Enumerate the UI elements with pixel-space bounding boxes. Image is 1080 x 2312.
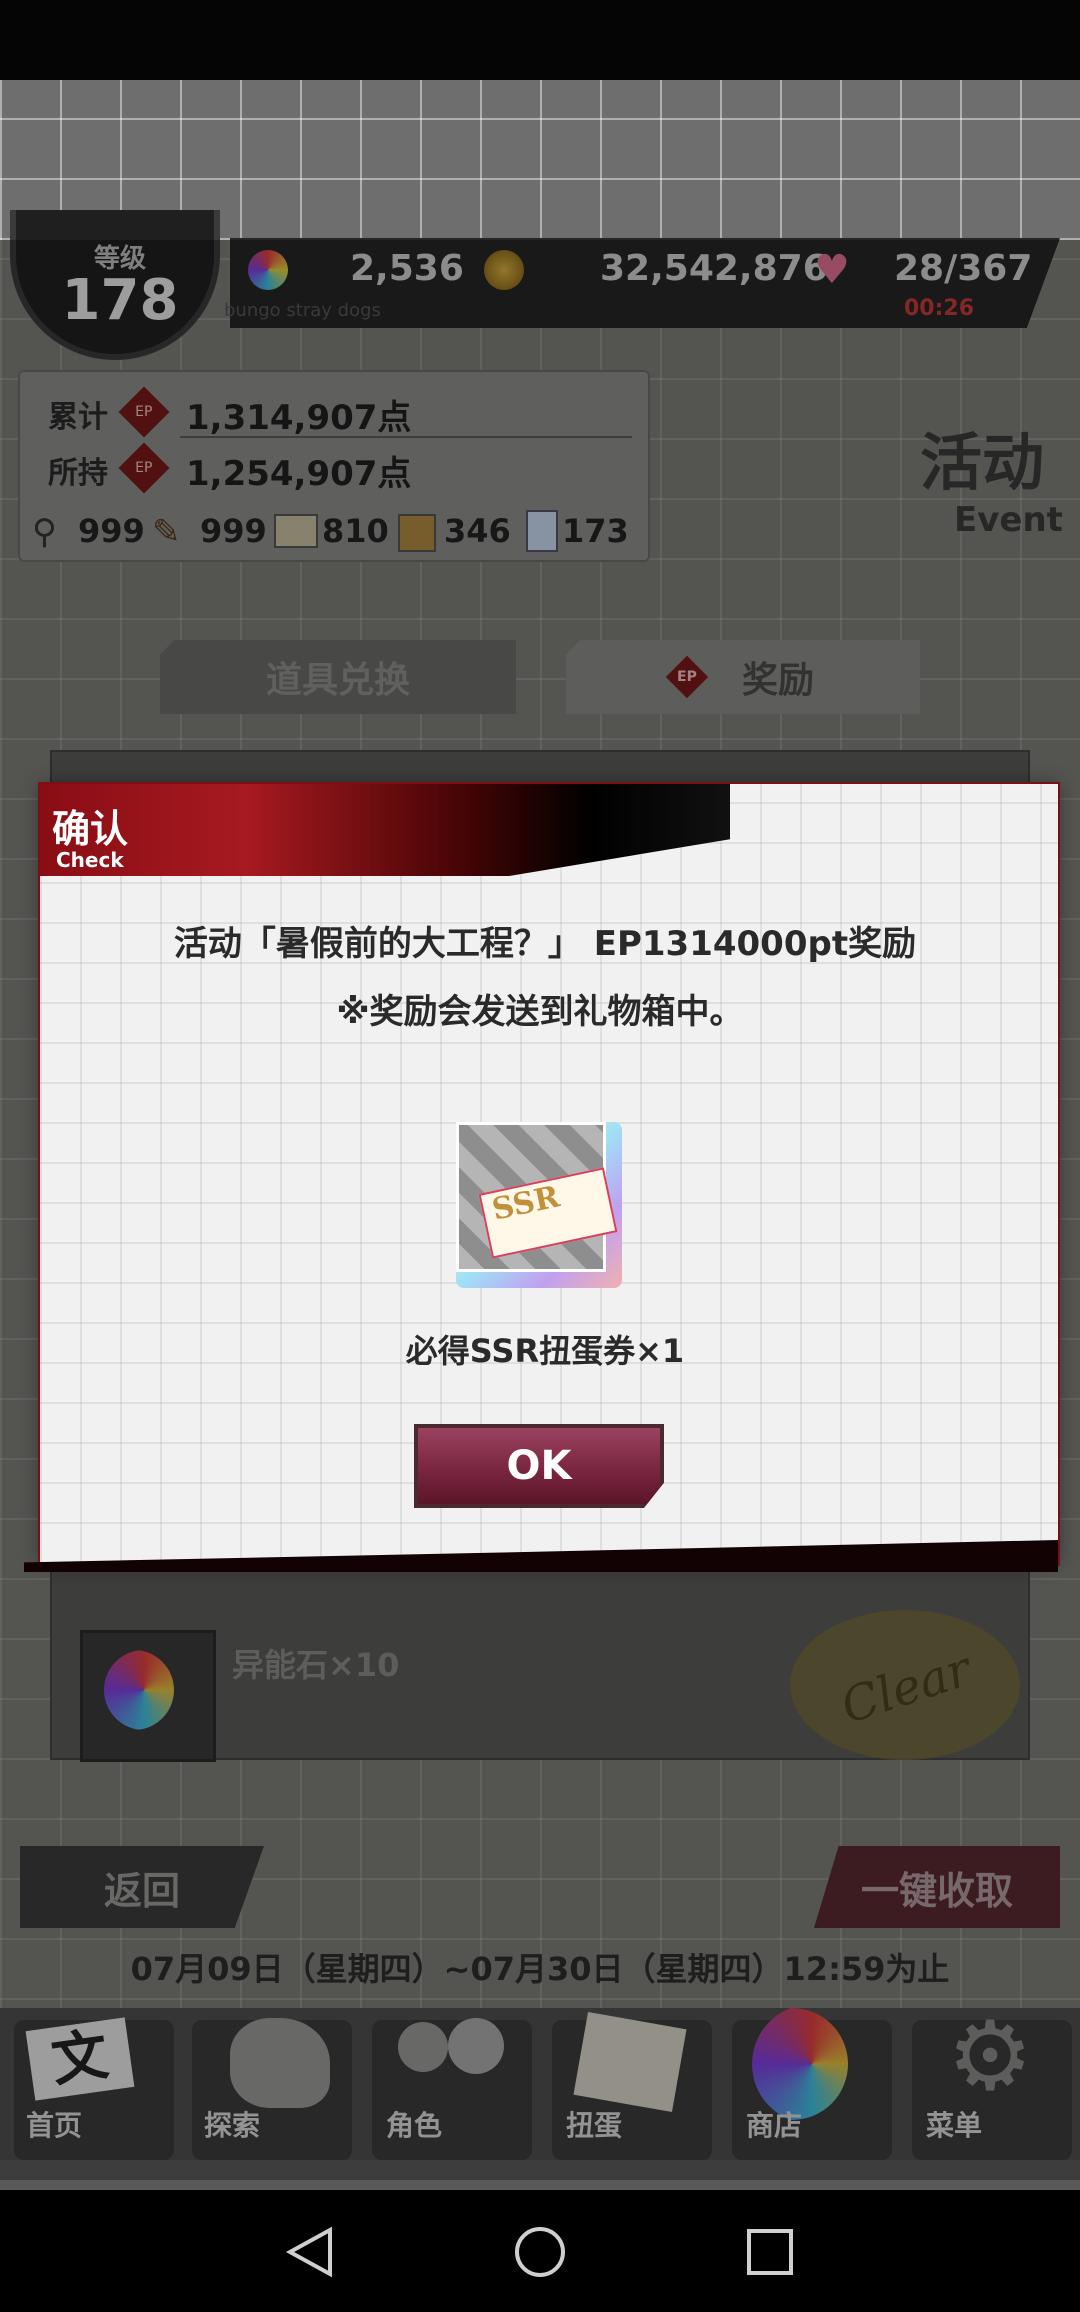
home-icon[interactable] (510, 2222, 570, 2282)
dialog-note: ※奖励会发送到礼物箱中。 (336, 992, 744, 1032)
dialog-title-en: Check (56, 848, 124, 872)
recents-icon[interactable] (740, 2222, 800, 2282)
ok-button[interactable]: OK (414, 1424, 664, 1508)
dialog-title: 确认 (52, 807, 129, 851)
status-bar (0, 0, 1080, 80)
back-icon[interactable] (280, 2222, 340, 2282)
reward-item-name: 必得SSR扭蛋券×1 (405, 1332, 685, 1370)
dialog-message: 活动「暑假前的大工程？」 EP1314000pt奖励 (173, 924, 917, 964)
